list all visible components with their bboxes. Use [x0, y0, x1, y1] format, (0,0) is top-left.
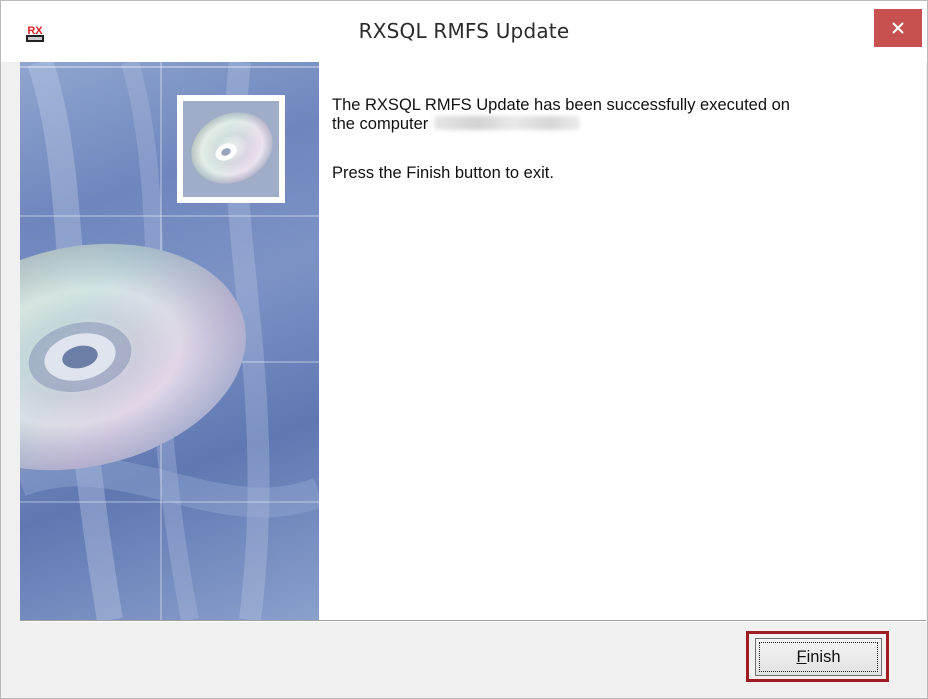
close-icon: [892, 22, 904, 34]
close-button[interactable]: [874, 9, 922, 47]
title-bar[interactable]: RX RXSQL RMFS Update: [1, 1, 927, 62]
dialog-client-area: The RXSQL RMFS Update has been successfu…: [20, 62, 926, 697]
footer-separator: [20, 620, 926, 622]
wizard-side-image: [20, 62, 319, 620]
success-message: The RXSQL RMFS Update has been successfu…: [332, 96, 892, 134]
cd-artwork-icon: [20, 62, 319, 620]
window-title: RXSQL RMFS Update: [358, 19, 570, 43]
exit-instruction: Press the Finish button to exit.: [332, 164, 554, 182]
redacted-computer-name: [434, 116, 581, 130]
success-message-line1: The RXSQL RMFS Update has been successfu…: [332, 96, 790, 114]
installer-window: RX RXSQL RMFS Update The RXSQL RMFS Upda…: [0, 0, 928, 699]
success-message-line2: the computer: [332, 115, 429, 133]
content-panel: The RXSQL RMFS Update has been successfu…: [319, 62, 926, 620]
finish-button-label: Finish: [796, 647, 841, 666]
finish-button[interactable]: Finish: [755, 638, 882, 676]
